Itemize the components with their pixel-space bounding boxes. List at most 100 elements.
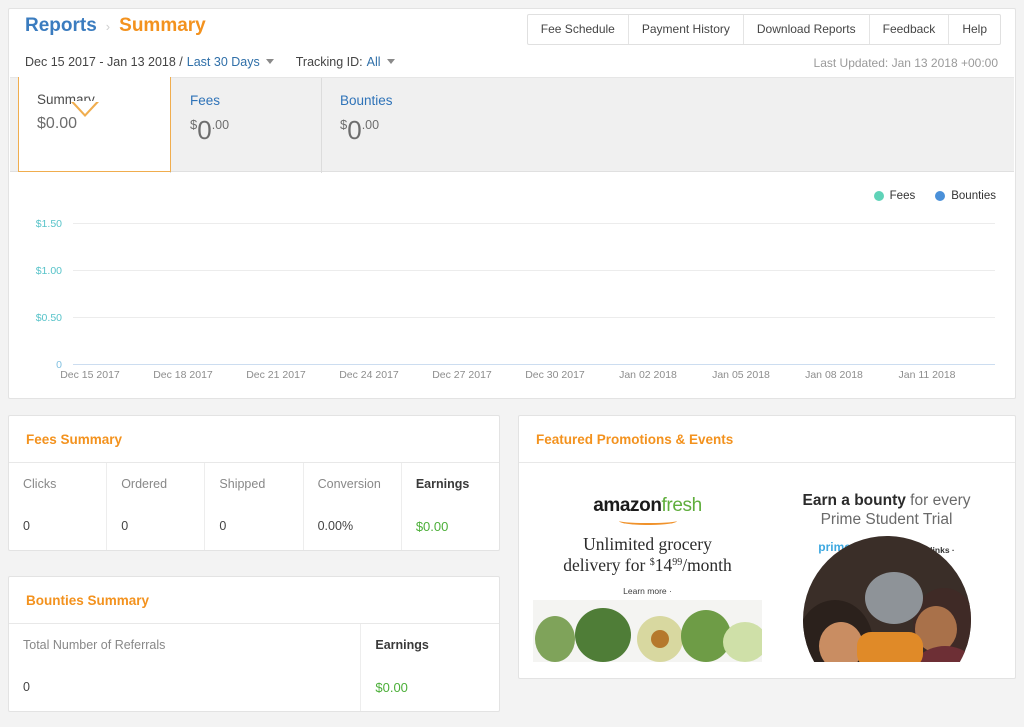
last-updated-text: Last Updated: Jan 13 2018 +00:00 <box>813 56 998 70</box>
date-range-preset-link[interactable]: Last 30 Days <box>187 55 260 69</box>
bounties-col-referrals: Total Number of Referrals 0 <box>9 624 362 711</box>
fees-value-conversion: 0.00% <box>317 519 354 533</box>
bounties-summary-card: Bounties Summary Total Number of Referra… <box>8 576 500 712</box>
tab-fees-integer: 0 <box>197 115 212 145</box>
prime-student-headline: Earn a bounty for every Prime Student Tr… <box>772 491 1001 530</box>
x-axis-label-9: Jan 11 2018 <box>898 369 956 381</box>
photo-food <box>856 632 923 662</box>
x-axis-label-1: Dec 18 2017 <box>153 369 213 381</box>
prime-student-headline-line2: Prime Student Trial <box>820 511 953 529</box>
fees-col-shipped: Shipped 0 <box>205 463 304 550</box>
breadcrumb: Reports › Summary <box>25 15 206 37</box>
gridline-150 <box>73 223 995 224</box>
amazon-fresh-vegetables-image <box>533 600 762 662</box>
gridline-050 <box>73 317 995 318</box>
tracking-id-chevron-down-icon[interactable] <box>386 58 395 64</box>
tab-bounties-decimals: .00 <box>361 118 380 132</box>
fees-col-ordered: Ordered 0 <box>107 463 206 550</box>
tab-bounties-label: Bounties <box>340 93 393 108</box>
tracking-id-value-link[interactable]: All <box>367 55 381 69</box>
fees-header-earnings: Earnings <box>415 477 470 491</box>
tab-summary-pointer-icon <box>71 101 99 118</box>
amazon-fresh-headline: Unlimited grocery delivery for $1499/mon… <box>533 534 762 577</box>
breadcrumb-separator-icon: › <box>105 19 111 34</box>
promo-banner-prime-student[interactable]: Earn a bounty for every Prime Student Tr… <box>772 477 1001 662</box>
prime-student-headline-line1: Earn a bounty for every <box>772 491 1001 510</box>
earnings-chart: Fees Bounties $1.50 $1.00 $0.50 0 Dec 15… <box>10 173 1014 397</box>
fees-value-clicks: 0 <box>23 519 30 533</box>
fees-header-clicks: Clicks <box>23 477 57 491</box>
tab-summary-active-currency: $ <box>37 115 46 132</box>
y-axis-label-100: $1.00 <box>35 265 62 277</box>
promo-banner-amazon-fresh[interactable]: amazonfresh Unlimited grocery delivery f… <box>533 477 762 662</box>
nav-tab-payment-history[interactable]: Payment History <box>627 15 743 44</box>
prime-student-headline-rest: for every <box>905 492 971 509</box>
amazon-fresh-price-decimals: 99 <box>672 557 683 569</box>
tab-summary-active-value: $0.00 <box>37 116 170 132</box>
x-axis-label-3: Dec 24 2017 <box>339 369 399 381</box>
veg-corn <box>723 622 762 662</box>
date-range-text: Dec 15 2017 - Jan 13 2018 / <box>25 55 183 69</box>
tracking-id-label: Tracking ID: <box>295 55 363 69</box>
x-axis-label-5: Dec 30 2017 <box>525 369 585 381</box>
nav-tab-help[interactable]: Help <box>948 15 1000 44</box>
top-nav-tabs: Fee Schedule Payment History Download Re… <box>526 14 1001 45</box>
amazon-fresh-learn-more-link[interactable]: Learn more · <box>533 586 762 596</box>
x-axis-label-2: Dec 21 2017 <box>246 369 306 381</box>
x-axis-label-4: Dec 27 2017 <box>432 369 492 381</box>
photo-person-back <box>864 572 923 624</box>
tab-summary-active-label: Summary <box>37 92 95 107</box>
bounties-header-referrals: Total Number of Referrals <box>23 638 166 652</box>
nav-tab-feedback[interactable]: Feedback <box>868 15 949 44</box>
bounties-summary-header: Bounties Summary <box>9 577 499 624</box>
featured-promotions-body: amazonfresh Unlimited grocery delivery f… <box>519 463 1015 678</box>
featured-promotions-header: Featured Promotions & Events <box>519 416 1015 463</box>
x-axis-label-8: Jan 08 2018 <box>805 369 863 381</box>
fees-col-clicks: Clicks 0 <box>9 463 108 550</box>
x-axis-label-7: Jan 05 2018 <box>712 369 770 381</box>
nav-tab-fee-schedule[interactable]: Fee Schedule <box>528 15 628 44</box>
amazon-fresh-logo: amazonfresh <box>533 495 762 525</box>
x-axis-label-0: Dec 15 2017 <box>60 369 120 381</box>
tab-fees-decimals: .00 <box>211 118 230 132</box>
tab-summary-active-indicator: Summary $0.00 <box>18 77 171 172</box>
bounties-header-earnings: Earnings <box>375 638 429 652</box>
fees-col-conversion: Conversion 0.00% <box>304 463 402 550</box>
bounties-value-referrals: 0 <box>23 680 30 694</box>
bounties-summary-title: Bounties Summary <box>26 593 150 608</box>
gridline-100 <box>73 270 995 271</box>
page-title: Summary <box>119 15 206 36</box>
veg-avocado-pit <box>651 630 669 648</box>
fees-value-shipped: 0 <box>219 519 227 533</box>
breadcrumb-reports-link[interactable]: Reports <box>25 15 97 37</box>
fees-value-earnings: $0.00 <box>415 519 449 534</box>
fees-value-ordered: 0 <box>121 519 129 533</box>
fees-summary-title: Fees Summary <box>26 432 123 447</box>
y-axis-label-150: $1.50 <box>35 218 62 230</box>
amazon-fresh-logo-part1: amazon <box>593 495 662 516</box>
fees-summary-table: Clicks 0 Ordered 0 Shipped 0 Conversion … <box>9 463 499 550</box>
fees-header-ordered: Ordered <box>121 477 168 491</box>
tab-bounties-integer: 0 <box>347 115 362 145</box>
reports-summary-page: Reports › Summary Dec 15 2017 - Jan 13 2… <box>0 0 1024 727</box>
amazon-fresh-logo-part2: fresh <box>661 495 703 516</box>
featured-promotions-card: Featured Promotions & Events amazonfresh… <box>518 415 1016 679</box>
veg-broccoli <box>575 608 631 662</box>
chart-plot-area: $1.50 $1.00 $0.50 0 Dec 15 2017 Dec 18 2… <box>10 173 1014 397</box>
chart-baseline <box>73 364 995 365</box>
bounties-col-earnings: Earnings $0.00 <box>361 624 499 711</box>
tab-bounties[interactable]: Bounties $0.00 <box>322 78 472 173</box>
date-range-chevron-down-icon[interactable] <box>265 58 274 64</box>
filter-bar: Dec 15 2017 - Jan 13 2018 / Last 30 Days… <box>25 55 395 69</box>
tab-bounties-value: $0.00 <box>340 117 472 143</box>
nav-tab-download-reports[interactable]: Download Reports <box>742 15 869 44</box>
summary-overview-card: Reports › Summary Dec 15 2017 - Jan 13 2… <box>8 8 1016 399</box>
y-axis-label-050: $0.50 <box>35 312 62 324</box>
amazon-fresh-headline-pre: delivery for <box>563 555 650 576</box>
prime-student-headline-strong: Earn a bounty <box>802 492 906 509</box>
tab-summary-active-integer: 0 <box>45 115 55 132</box>
featured-promotions-title: Featured Promotions & Events <box>536 432 734 447</box>
amazon-fresh-headline-line1: Unlimited grocery <box>583 534 712 554</box>
bounties-value-earnings: $0.00 <box>375 680 408 695</box>
tab-fees[interactable]: Fees $0.00 <box>172 78 322 173</box>
